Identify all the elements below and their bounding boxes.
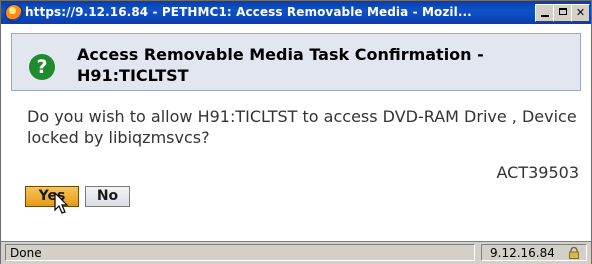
host-address: 9.12.16.84 [490,246,555,260]
window-title: https://9.12.16.84 - PETHMC1: Access Rem… [25,5,472,19]
yes-button[interactable]: Yes [25,186,79,207]
host-panel: 9.12.16.84 [481,244,587,261]
no-button[interactable]: No [85,186,130,207]
close-button[interactable]: ✕ [571,4,590,22]
close-icon: ✕ [575,6,586,19]
maximize-icon [558,8,567,15]
confirmation-message: Do you wish to allow H91:TICLTST to acce… [27,107,577,147]
maximize-button[interactable] [553,4,572,22]
status-panel: Done [5,244,475,261]
browser-window: https://9.12.16.84 - PETHMC1: Access Rem… [0,0,592,264]
padlock-icon[interactable] [568,247,580,259]
firefox-icon [5,4,23,22]
minimize-button[interactable] [535,4,554,22]
dialog-header: ? Access Removable Media Task Confirmati… [11,33,581,91]
title-bar[interactable]: https://9.12.16.84 - PETHMC1: Access Rem… [1,1,591,24]
status-text: Done [10,246,42,260]
question-icon: ? [29,54,55,80]
status-bar: Done 9.12.16.84 [1,241,591,264]
mouse-pointer-icon [54,192,69,214]
minimize-icon [540,15,549,17]
message-code: ACT39503 [496,163,579,182]
dialog-title: Access Removable Media Task Confirmation… [77,45,484,85]
